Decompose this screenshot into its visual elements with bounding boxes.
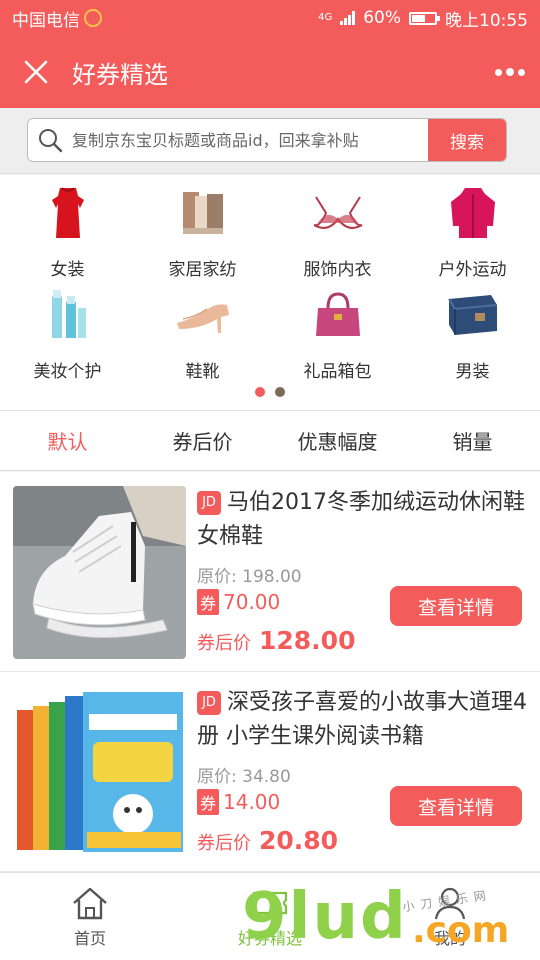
battery-percent: 60% [363,8,401,28]
nav-bar: 好券精选 [0,36,540,108]
status-bar: 中国电信 4G 60% 晚上10:55 [0,0,540,36]
coupon-amount: 券 70.00 [197,589,280,615]
more-menu-button[interactable] [480,36,540,108]
coupon-tag: 券 [197,589,219,615]
product-card[interactable]: JD 马伯2017冬季加绒运动休闲鞋女棉鞋 原价: 198.00 券 70.00 券… [0,472,540,672]
category-grid: 女装 家居家纺 服饰内衣 户外运动 美妆个护 鞋靴 礼品箱包 男装 [0,175,540,389]
sort-tab-after-coupon-price[interactable]: 券后价 [135,411,270,470]
category-item-shoes[interactable]: 鞋靴 [135,287,270,389]
category-item-menswear[interactable]: 男装 [405,287,540,389]
carousel-dot[interactable] [275,387,285,397]
product-title[interactable]: JD 深受孩子喜爱的小故事大道理4册 小学生课外阅读书籍 [197,686,527,754]
carousel-dot[interactable] [255,387,265,397]
category-item-home-textile[interactable]: 家居家纺 [135,185,270,287]
category-item-beauty[interactable]: 美妆个护 [0,287,135,389]
storybook-image [13,686,186,859]
sort-tab-sales[interactable]: 销量 [405,411,540,470]
product-image[interactable] [13,486,186,659]
more-dot-icon [518,68,525,76]
coupon-value: 70.00 [223,590,281,614]
search-input[interactable] [72,130,428,150]
coupon-tag: 券 [197,789,219,815]
jacket-icon [443,185,503,241]
carousel-indicator [0,387,540,397]
carrier-badge-icon [84,9,102,27]
search-box: 搜索 [27,118,507,162]
dress-icon [38,185,98,241]
high-heel-icon [173,287,233,343]
jd-badge: JD [197,691,221,715]
home-icon [68,885,112,921]
bottom-tab-bar: 首页 好券精选 我的 [0,872,540,960]
category-item-outdoor[interactable]: 户外运动 [405,185,540,287]
sort-tab-discount[interactable]: 优惠幅度 [270,411,405,470]
more-dot-icon [495,68,502,76]
after-coupon-price: 券后价 128.00 [197,626,355,655]
user-icon [428,885,472,921]
lingerie-icon [308,185,368,241]
page-title: 好券精选 [72,60,168,89]
status-right: 4G 60% 晚上10:55 [318,6,528,31]
tab-mine[interactable]: 我的 [360,873,540,960]
tab-coupons[interactable]: 好券精选 [180,873,360,960]
carrier-label: 中国电信 [12,10,80,31]
product-title-text: 马伯2017冬季加绒运动休闲鞋女棉鞋 [197,490,525,549]
clock: 晚上10:55 [445,10,528,31]
category-label: 服饰内衣 [303,260,372,280]
original-price: 原价: 34.80 [197,767,291,787]
sneaker-image [13,486,186,659]
category-label: 女装 [50,260,85,280]
search-bar: 搜索 [0,108,540,174]
cosmetics-icon [38,287,98,343]
original-price: 原价: 198.00 [197,567,302,587]
battery-icon [409,11,440,25]
category-item-bags[interactable]: 礼品箱包 [270,287,405,389]
category-label: 鞋靴 [185,362,220,382]
category-panel: 女装 家居家纺 服饰内衣 户外运动 美妆个护 鞋靴 礼品箱包 男装 [0,175,540,411]
battery-fill [412,14,426,22]
status-left: 中国电信 [12,6,102,31]
category-label: 美妆个护 [33,362,102,382]
sort-tab-default[interactable]: 默认 [0,411,135,470]
product-title-text: 深受孩子喜爱的小故事大道理4册 小学生课外阅读书籍 [197,690,527,749]
after-coupon-label: 券后价 [197,633,251,654]
category-label: 男装 [455,362,490,382]
category-item-women[interactable]: 女装 [0,185,135,287]
category-label: 礼品箱包 [303,362,372,382]
search-button[interactable]: 搜索 [428,119,506,161]
view-details-button[interactable]: 查看详情 [390,786,522,826]
more-dot-icon [506,68,514,76]
after-coupon-value: 20.80 [259,826,339,855]
after-coupon-value: 128.00 [259,626,356,655]
search-icon [28,127,72,153]
tab-home[interactable]: 首页 [0,873,180,960]
product-image[interactable] [13,686,186,859]
tab-label: 我的 [433,928,466,948]
product-list: JD 马伯2017冬季加绒运动休闲鞋女棉鞋 原价: 198.00 券 70.00 券… [0,472,540,872]
coupon-icon [248,885,292,921]
after-coupon-price: 券后价 20.80 [197,826,338,855]
tab-label: 首页 [73,928,106,948]
network-type: 4G [318,12,333,23]
jeans-icon [443,287,503,343]
close-icon [24,60,48,84]
tab-label: 好券精选 [237,928,302,948]
view-details-button[interactable]: 查看详情 [390,586,522,626]
category-item-underwear[interactable]: 服饰内衣 [270,185,405,287]
after-coupon-label: 券后价 [197,833,251,854]
product-title[interactable]: JD 马伯2017冬季加绒运动休闲鞋女棉鞋 [197,486,527,554]
jd-badge: JD [197,491,221,515]
category-label: 家居家纺 [168,260,237,280]
handbag-icon [308,287,368,343]
product-card[interactable]: JD 深受孩子喜爱的小故事大道理4册 小学生课外阅读书籍 原价: 34.80 券1… [0,672,540,872]
sort-bar: 默认 券后价 优惠幅度 销量 [0,411,540,471]
close-button[interactable] [0,36,72,108]
towels-icon [173,185,233,241]
coupon-value: 14.00 [223,790,281,814]
category-label: 户外运动 [438,260,507,280]
signal-icon [340,11,356,25]
coupon-amount: 券 14.00 [197,789,280,815]
